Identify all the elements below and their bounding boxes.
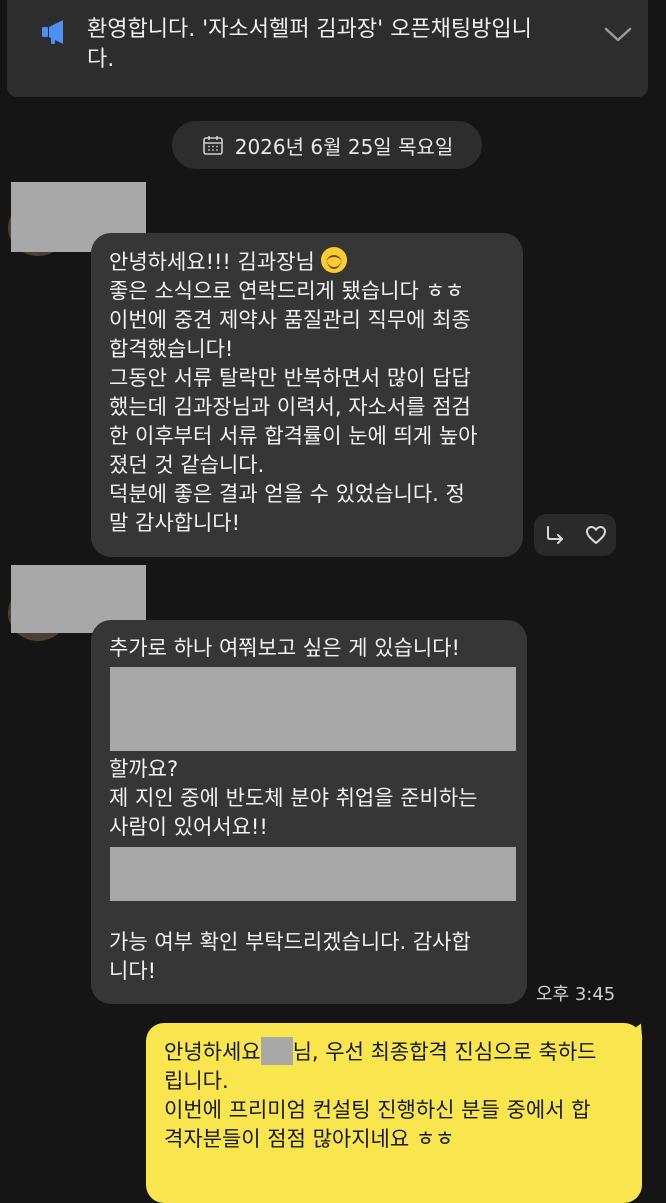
redacted-name xyxy=(260,1037,293,1065)
message-line: 이번에 중견 제약사 품질관리 직무에 최종 xyxy=(109,308,471,332)
message-line: 한 이후부터 서류 합격률이 눈에 띄게 높아 xyxy=(109,424,478,448)
reply-arrow-icon[interactable] xyxy=(543,523,567,547)
date-separator: 2026년 6월 25일 목요일 xyxy=(172,121,482,169)
date-label: 2026년 6월 25일 목요일 xyxy=(234,134,454,159)
message-line: 이번에 프리미엄 컨설팅 진행하신 분들 중에서 합 xyxy=(164,1098,591,1122)
message-line: 립니다. xyxy=(164,1069,229,1093)
message-line: 안녕하세요 님, 우선 최종합격 진심으로 축하드 xyxy=(164,1037,624,1067)
message-line: 사람이 있어서요!! xyxy=(109,815,268,839)
my-message-bubble[interactable]: 안녕하세요 님, 우선 최종합격 진심으로 축하드 립니다. 이번에 프리미엄 컨… xyxy=(146,1023,642,1203)
heart-icon[interactable] xyxy=(584,523,608,547)
chevron-down-icon[interactable] xyxy=(603,24,633,46)
message-line: 덕분에 좋은 결과 얻을 수 있었습니다. 정 xyxy=(109,482,465,506)
message-line-text: 님, 우선 최종합격 진심으로 축하드 xyxy=(292,1040,597,1064)
calendar-icon xyxy=(202,136,223,155)
message-line: 추가로 하나 여쭤보고 싶은 게 있습니다! xyxy=(109,636,460,660)
message-actions xyxy=(534,514,616,556)
smiling-face-emoji-icon xyxy=(320,247,347,273)
message-line: 졌던 것 같습니다. xyxy=(109,453,265,477)
message-bubble[interactable]: 안녕하세요!!! 김과장님 좋은 소식으로 연락드리게 됐습니다 ㅎㅎ 이번에 … xyxy=(91,233,523,557)
notice-line-1: 환영합니다. '자소서헬퍼 김과장' 오픈채팅방입니 xyxy=(87,17,532,42)
message-line: 그동안 서류 탈락만 반복하면서 많이 답답 xyxy=(109,366,471,390)
notice-text: 환영합니다. '자소서헬퍼 김과장' 오픈채팅방입니 다. xyxy=(87,15,567,75)
message-line-text: 안녕하세요!!! 김과장님 xyxy=(109,250,315,274)
message-timestamp: 오후 3:45 xyxy=(536,984,616,1005)
message-line: 가능 여부 확인 부탁드리겠습니다. 감사합 xyxy=(109,930,471,954)
message-line: 합격했습니다! xyxy=(109,337,234,361)
message-line: 제 지인 중에 반도체 분야 취업을 준비하는 xyxy=(109,786,478,810)
message-line: 좋은 소식으로 연락드리게 됐습니다 ㅎㅎ xyxy=(109,279,465,303)
message-line: 할까요? xyxy=(109,757,179,781)
message-line: 했는데 김과장님과 이력서, 자소서를 점검 xyxy=(109,395,471,419)
message-line-text: 안녕하세요 xyxy=(164,1040,261,1064)
notice-banner[interactable]: 환영합니다. '자소서헬퍼 김과장' 오픈채팅방입니 다. xyxy=(7,0,648,97)
redacted-text xyxy=(110,667,516,751)
megaphone-icon xyxy=(42,20,63,44)
message-line: 말 감사합니다! xyxy=(109,511,241,535)
redacted-text xyxy=(110,847,516,901)
message-line: 안녕하세요!!! 김과장님 xyxy=(109,247,505,277)
message-line: 니다! xyxy=(109,959,157,983)
message-line: 격자분들이 점점 많아지네요 ㅎㅎ xyxy=(164,1127,455,1151)
notice-line-2: 다. xyxy=(87,47,115,72)
